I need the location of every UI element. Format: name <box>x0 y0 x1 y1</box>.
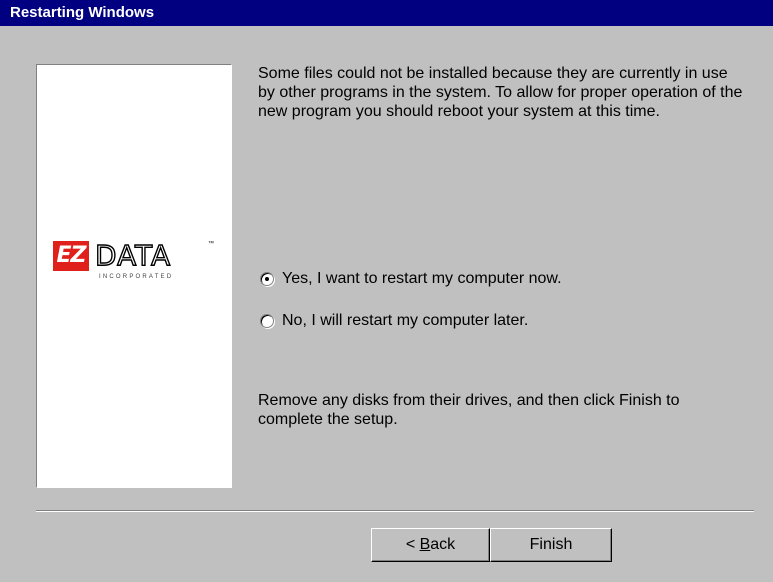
restart-later-label[interactable]: No, I will restart my computer later. <box>282 312 528 330</box>
logo-wordmark: DATA <box>94 238 172 272</box>
dialog-title: Restarting Windows <box>0 0 773 26</box>
back-mnemonic: B <box>419 536 431 553</box>
button-separator <box>36 510 754 512</box>
restart-now-label[interactable]: Yes, I want to restart my computer now. <box>282 270 562 288</box>
restart-message: Some files could not be installed becaus… <box>258 65 743 120</box>
finish-instruction: Remove any disks from their drives, and … <box>258 392 680 428</box>
radio-selected-icon[interactable] <box>260 272 274 286</box>
ez-data-logo: EZ DATA ™ INCORPORATED <box>53 238 223 291</box>
setup-bitmap-panel: EZ DATA ™ INCORPORATED <box>36 64 232 488</box>
back-prefix: < <box>405 536 420 553</box>
restart-later-option[interactable]: No, I will restart my computer later. <box>260 312 528 330</box>
radio-unselected-icon[interactable] <box>260 314 274 328</box>
restart-dialog: Restarting Windows EZ DATA ™ INCORPORATE… <box>0 0 773 582</box>
back-button[interactable]: < Back <box>371 528 490 562</box>
logo-subtitle: INCORPORATED <box>99 274 174 280</box>
finish-button[interactable]: Finish <box>490 528 612 562</box>
logo-trademark: ™ <box>208 241 214 247</box>
back-rest: ack <box>430 536 456 553</box>
logo-mark: EZ <box>53 241 89 271</box>
restart-now-option[interactable]: Yes, I want to restart my computer now. <box>260 270 562 288</box>
